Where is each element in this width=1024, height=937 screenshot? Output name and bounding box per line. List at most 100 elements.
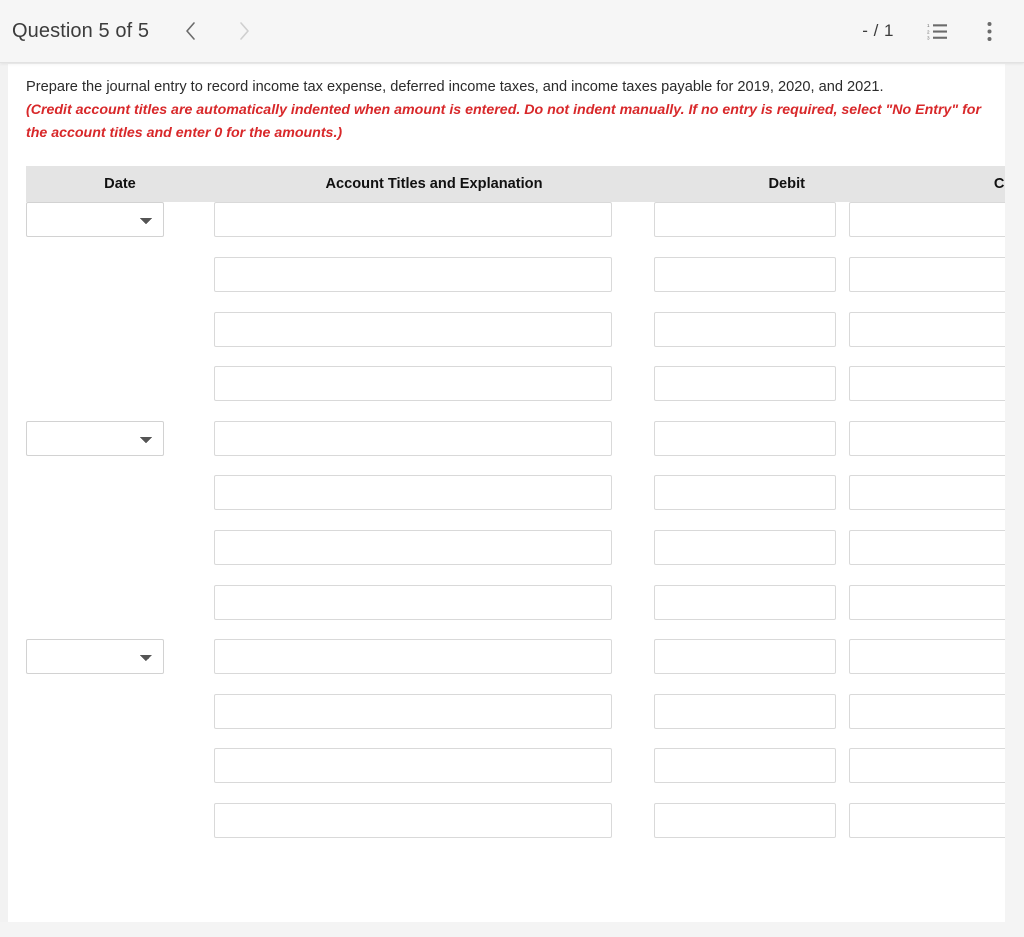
account-title-input[interactable] (214, 529, 612, 565)
cell-debit (654, 584, 849, 640)
cell-credit (849, 639, 1005, 694)
account-title-input[interactable] (214, 584, 612, 620)
cell-debit (654, 202, 849, 257)
debit-input[interactable] (654, 584, 836, 620)
question-instructions: (Credit account titles are automatically… (26, 102, 981, 141)
cell-date-empty (26, 694, 214, 729)
table-body (26, 202, 1005, 857)
cell-date-empty (26, 475, 214, 510)
credit-input[interactable] (849, 639, 1005, 675)
credit-input[interactable] (849, 420, 1005, 456)
credit-input[interactable] (849, 311, 1005, 347)
credit-input[interactable] (849, 693, 1005, 729)
account-title-input[interactable] (214, 420, 612, 456)
cell-account (214, 475, 654, 530)
question-page: Question 5 of 5 - / 1 1 2 3 Prepare the … (0, 0, 1024, 937)
cell-date-empty (26, 530, 214, 565)
account-title-input[interactable] (214, 693, 612, 729)
debit-input[interactable] (654, 693, 836, 729)
cell-credit (849, 693, 1005, 749)
debit-input[interactable] (654, 256, 836, 292)
account-title-input[interactable] (214, 311, 612, 347)
cell-debit (654, 802, 849, 858)
date-select[interactable] (26, 420, 164, 456)
table-header: Date Account Titles and Explanation Debi… (26, 166, 1005, 203)
table-row (26, 256, 1005, 312)
credit-input[interactable] (849, 748, 1005, 784)
next-question-button[interactable] (223, 10, 265, 52)
table-row (26, 802, 1005, 858)
debit-input[interactable] (654, 639, 836, 675)
column-header-debit: Debit (654, 166, 849, 203)
debit-input[interactable] (654, 420, 836, 456)
cell-debit (654, 256, 849, 312)
account-title-input[interactable] (214, 366, 612, 402)
cell-date (26, 748, 214, 803)
question-toolbar: Question 5 of 5 - / 1 1 2 3 (0, 0, 1024, 63)
table-row (26, 529, 1005, 585)
cell-date-empty (26, 312, 214, 347)
cell-credit (849, 311, 1005, 367)
debit-input[interactable] (654, 529, 836, 565)
cell-date (26, 475, 214, 530)
account-title-input[interactable] (214, 802, 612, 838)
chevron-right-icon (239, 22, 249, 40)
cell-debit (654, 693, 849, 749)
cell-account (214, 802, 654, 858)
previous-question-button[interactable] (169, 10, 211, 52)
journal-entry-table: Date Account Titles and Explanation Debi… (26, 166, 1005, 857)
question-prompt: Prepare the journal entry to record inco… (26, 79, 884, 95)
page-title: Question 5 of 5 (12, 19, 150, 42)
cell-account (214, 311, 654, 367)
credit-input[interactable] (849, 802, 1005, 838)
table-row (26, 748, 1005, 803)
debit-input[interactable] (654, 366, 836, 402)
cell-date (26, 639, 214, 694)
debit-input[interactable] (654, 202, 836, 238)
debit-input[interactable] (654, 802, 836, 838)
date-select[interactable] (26, 202, 164, 238)
credit-input[interactable] (849, 256, 1005, 292)
column-header-account: Account Titles and Explanation (214, 166, 654, 203)
cell-credit (849, 202, 1005, 257)
date-select[interactable] (26, 639, 164, 675)
account-title-input[interactable] (214, 475, 612, 511)
cell-date (26, 530, 214, 585)
cell-credit (849, 420, 1005, 476)
cell-credit (849, 256, 1005, 312)
credit-input[interactable] (849, 366, 1005, 402)
score-display: - / 1 (862, 21, 894, 40)
debit-input[interactable] (654, 748, 836, 784)
credit-input[interactable] (849, 529, 1005, 565)
column-header-date: Date (26, 166, 214, 203)
account-title-input[interactable] (214, 748, 612, 784)
debit-input[interactable] (654, 475, 836, 511)
account-title-input[interactable] (214, 256, 612, 292)
cell-date (26, 312, 214, 367)
debit-input[interactable] (654, 311, 836, 347)
question-list-button[interactable]: 1 2 3 (920, 14, 954, 48)
cell-account (214, 529, 654, 585)
table-row (26, 366, 1005, 421)
credit-input[interactable] (849, 584, 1005, 620)
cell-credit (849, 584, 1005, 640)
account-title-input[interactable] (214, 639, 612, 675)
table-row (26, 475, 1005, 530)
account-title-input[interactable] (214, 202, 612, 238)
cell-debit (654, 475, 849, 530)
numbered-list-icon: 1 2 3 (927, 23, 947, 40)
table-row (26, 584, 1005, 640)
cell-debit (654, 748, 849, 803)
more-options-button[interactable] (972, 14, 1006, 48)
credit-input[interactable] (849, 202, 1005, 238)
prompt-section: Prepare the journal entry to record inco… (8, 64, 1005, 144)
right-gutter (1005, 64, 1024, 937)
cell-credit (849, 475, 1005, 530)
cell-date (26, 585, 214, 640)
chevron-left-icon (185, 22, 195, 40)
svg-text:2: 2 (927, 29, 930, 34)
credit-input[interactable] (849, 475, 1005, 511)
cell-date-empty (26, 257, 214, 292)
cell-date (26, 257, 214, 312)
cell-date (26, 366, 214, 421)
